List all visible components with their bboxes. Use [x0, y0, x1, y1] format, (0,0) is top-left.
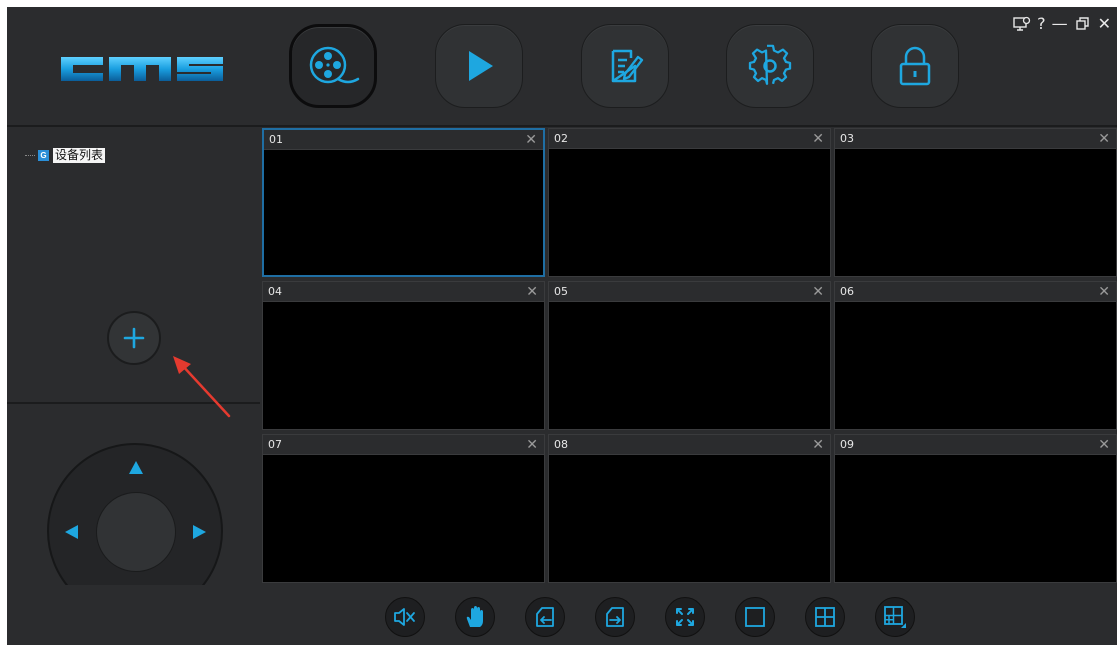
video-cell-02[interactable]: 02 ✕: [548, 128, 831, 277]
edit-document-icon: [611, 49, 644, 83]
window-controls: ? — ✕: [1013, 15, 1111, 33]
fullscreen-button[interactable]: [665, 597, 705, 637]
film-reel-icon: [309, 46, 360, 84]
restore-button[interactable]: [1074, 15, 1092, 33]
cell-header: 04 ✕: [263, 282, 544, 302]
tree-connector: [25, 155, 35, 156]
ptz-up-arrow-icon[interactable]: [129, 461, 143, 474]
hand-button[interactable]: [455, 597, 495, 637]
video-cell-01[interactable]: 01 ✕: [262, 128, 545, 277]
video-grid: 01 ✕ 02 ✕ 03 ✕ 04 ✕ 05 ✕ 06 ✕ 07 ✕ 08 ✕ …: [262, 128, 1117, 585]
tree-root-device-list[interactable]: G 设备列表: [25, 148, 106, 163]
top-bar: ? — ✕: [7, 7, 1117, 127]
cell-header: 07 ✕: [263, 435, 544, 455]
device-list-label: 设备列表: [53, 148, 106, 163]
close-icon[interactable]: ✕: [526, 438, 538, 452]
add-device-button[interactable]: [107, 311, 161, 365]
cell-number: 01: [269, 133, 283, 146]
help-button[interactable]: ?: [1037, 15, 1046, 33]
hand-icon: [466, 606, 483, 627]
cell-header: 09 ✕: [835, 435, 1116, 455]
cell-number: 08: [554, 438, 568, 451]
cell-header: 05 ✕: [549, 282, 830, 302]
cell-header: 03 ✕: [835, 129, 1116, 149]
cell-number: 03: [840, 132, 854, 145]
cms-logo: [61, 57, 223, 81]
gear-icon: [748, 44, 792, 85]
close-icon[interactable]: ✕: [1098, 285, 1110, 299]
minimize-button[interactable]: —: [1052, 15, 1068, 33]
cell-header: 01 ✕: [264, 130, 543, 150]
video-cell-09[interactable]: 09 ✕: [834, 434, 1117, 583]
bottom-toolbar: [7, 585, 1117, 645]
nav-playback-button[interactable]: [435, 24, 523, 108]
close-icon[interactable]: ✕: [526, 285, 538, 299]
cell-number: 06: [840, 285, 854, 298]
close-icon[interactable]: ✕: [812, 438, 824, 452]
play-icon: [469, 51, 493, 81]
video-cell-08[interactable]: 08 ✕: [548, 434, 831, 583]
single-layout-button[interactable]: [735, 597, 775, 637]
nav-settings-button[interactable]: [726, 24, 814, 108]
single-screen-icon: [745, 607, 765, 627]
screen-settings-button[interactable]: [1013, 15, 1031, 33]
nav-live-view-button[interactable]: [289, 24, 377, 108]
plus-icon: [123, 327, 145, 349]
video-cell-05[interactable]: 05 ✕: [548, 281, 831, 430]
more-layouts-button[interactable]: [875, 597, 915, 637]
close-window-button[interactable]: ✕: [1098, 15, 1111, 33]
cell-header: 02 ✕: [549, 129, 830, 149]
annotation-arrow-icon: [173, 356, 231, 418]
video-cell-06[interactable]: 06 ✕: [834, 281, 1117, 430]
video-cell-07[interactable]: 07 ✕: [262, 434, 545, 583]
group-icon: G: [38, 150, 49, 161]
video-cell-03[interactable]: 03 ✕: [834, 128, 1117, 277]
nav-lock-button[interactable]: [871, 24, 959, 108]
cell-header: 08 ✕: [549, 435, 830, 455]
cell-number: 09: [840, 438, 854, 451]
cell-number: 04: [268, 285, 282, 298]
close-icon[interactable]: ✕: [1098, 132, 1110, 146]
close-icon[interactable]: ✕: [525, 133, 537, 147]
cell-header: 06 ✕: [835, 282, 1116, 302]
close-icon[interactable]: ✕: [812, 132, 824, 146]
padlock-icon: [899, 46, 931, 86]
cell-number: 05: [554, 285, 568, 298]
cms-window: ? — ✕ G 设备列表 01 ✕ 02 ✕ 03 ✕ 04 ✕ 05 ✕ 06…: [7, 7, 1117, 645]
page-next-icon: [606, 607, 624, 627]
quad-layout-button[interactable]: [805, 597, 845, 637]
previous-page-button[interactable]: [525, 597, 565, 637]
next-page-button[interactable]: [595, 597, 635, 637]
ptz-center-button[interactable]: [96, 492, 176, 572]
nav-log-button[interactable]: [581, 24, 669, 108]
cell-number: 07: [268, 438, 282, 451]
quad-screen-icon: [815, 607, 835, 627]
mute-button[interactable]: [385, 597, 425, 637]
video-cell-04[interactable]: 04 ✕: [262, 281, 545, 430]
speaker-mute-icon: [394, 608, 415, 626]
close-icon[interactable]: ✕: [1098, 438, 1110, 452]
multi-screen-icon: [884, 606, 906, 628]
ptz-right-arrow-icon[interactable]: [193, 525, 206, 539]
close-icon[interactable]: ✕: [812, 285, 824, 299]
cell-number: 02: [554, 132, 568, 145]
restore-window-icon: [1075, 17, 1089, 30]
fullscreen-icon: [676, 608, 694, 626]
ptz-left-arrow-icon[interactable]: [65, 525, 78, 539]
monitor-settings-icon: [1013, 16, 1031, 31]
page-prev-icon: [536, 607, 554, 627]
